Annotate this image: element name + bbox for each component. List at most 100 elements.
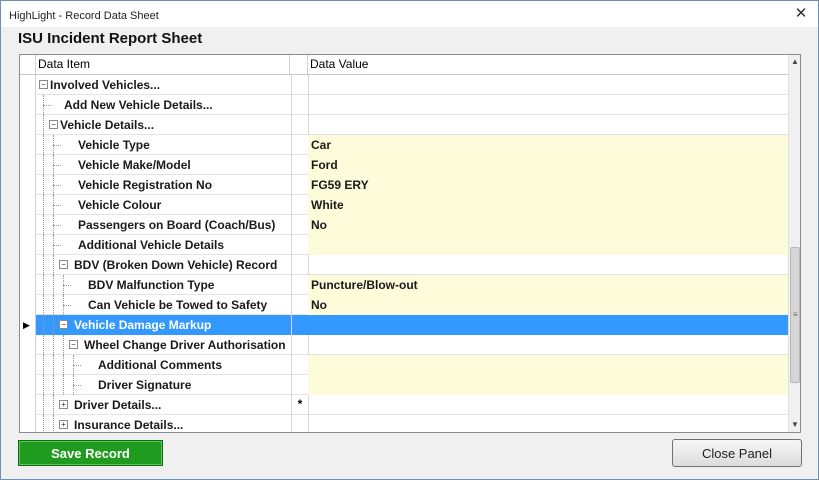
table-row[interactable]: Additional Vehicle Details — [20, 235, 788, 255]
data-item-label: Passengers on Board (Coach/Bus) — [78, 218, 276, 232]
data-value-cell[interactable] — [308, 115, 788, 135]
data-item-cell[interactable]: Additional Vehicle Details — [36, 235, 291, 255]
data-grid[interactable]: Data Item Data Value − Involved Vehicles.… — [19, 54, 801, 433]
table-row[interactable]: − Wheel Change Driver Authorisation — [20, 335, 788, 355]
data-item-cell[interactable]: Add New Vehicle Details... — [36, 95, 291, 115]
data-value-cell[interactable]: Ford — [308, 155, 788, 175]
expand-plus-icon[interactable]: + — [59, 400, 68, 409]
table-row[interactable]: Vehicle Colour White — [20, 195, 788, 215]
table-row[interactable]: − Involved Vehicles... — [20, 75, 788, 95]
table-row[interactable]: Vehicle Type Car — [20, 135, 788, 155]
table-row[interactable]: BDV Malfunction Type Puncture/Blow-out — [20, 275, 788, 295]
data-item-cell[interactable]: − Wheel Change Driver Authorisation — [36, 335, 291, 355]
row-selector[interactable] — [20, 295, 36, 315]
data-item-cell[interactable]: Vehicle Registration No — [36, 175, 291, 195]
data-value-cell[interactable]: FG59 ERY — [308, 175, 788, 195]
data-item-cell[interactable]: Passengers on Board (Coach/Bus) — [36, 215, 291, 235]
tree-guide-line — [53, 355, 54, 375]
row-selector[interactable] — [20, 235, 36, 255]
data-item-cell[interactable]: − BDV (Broken Down Vehicle) Record — [36, 255, 291, 275]
data-item-cell[interactable]: Can Vehicle be Towed to Safety — [36, 295, 291, 315]
row-selector[interactable] — [20, 215, 36, 235]
table-row[interactable]: Vehicle Registration No FG59 ERY — [20, 175, 788, 195]
data-item-cell[interactable]: Vehicle Type — [36, 135, 291, 155]
data-item-cell[interactable]: − Vehicle Details... — [36, 115, 291, 135]
row-selector[interactable] — [20, 355, 36, 375]
row-selector[interactable] — [20, 255, 36, 275]
data-item-cell[interactable]: − Vehicle Damage Markup — [36, 315, 291, 335]
collapse-minus-icon[interactable]: − — [69, 340, 78, 349]
data-value-cell[interactable] — [308, 375, 788, 395]
data-item-cell[interactable]: BDV Malfunction Type — [36, 275, 291, 295]
row-selector[interactable] — [20, 95, 36, 115]
collapse-minus-icon[interactable]: − — [59, 320, 68, 329]
row-selector[interactable] — [20, 175, 36, 195]
chevron-down-icon[interactable]: ▼ — [789, 418, 800, 432]
expand-plus-icon[interactable]: + — [59, 420, 68, 429]
tree-guide-line — [53, 295, 54, 315]
data-item-cell[interactable]: Additional Comments — [36, 355, 291, 375]
row-selector[interactable] — [20, 275, 36, 295]
data-item-cell[interactable]: Driver Signature — [36, 375, 291, 395]
table-row[interactable]: Driver Signature — [20, 375, 788, 395]
chevron-up-icon[interactable]: ▲ — [789, 55, 800, 69]
data-value-cell[interactable]: White — [308, 195, 788, 215]
column-header-data-item[interactable]: Data Item — [36, 55, 290, 74]
save-record-button[interactable]: Save Record — [18, 440, 163, 466]
data-value-cell[interactable] — [308, 255, 788, 275]
row-selector[interactable] — [20, 395, 36, 415]
row-selector[interactable] — [20, 335, 36, 355]
tree-guide-line — [53, 145, 61, 146]
collapse-minus-icon[interactable]: − — [59, 260, 68, 269]
table-row[interactable]: Add New Vehicle Details... — [20, 95, 788, 115]
data-value-cell[interactable]: Car — [308, 135, 788, 155]
data-value-cell[interactable] — [308, 315, 788, 335]
data-value-cell[interactable]: No — [308, 215, 788, 235]
data-value-cell[interactable] — [308, 355, 788, 375]
row-selector[interactable] — [20, 415, 36, 432]
data-item-label: Driver Details... — [74, 398, 162, 412]
table-row[interactable]: Can Vehicle be Towed to Safety No — [20, 295, 788, 315]
tree-guide-line — [43, 335, 44, 355]
data-value-cell[interactable] — [308, 415, 788, 432]
table-row[interactable]: − Vehicle Details... — [20, 115, 788, 135]
table-row[interactable]: Passengers on Board (Coach/Bus) No — [20, 215, 788, 235]
tree-guide-line — [43, 115, 44, 135]
table-row[interactable]: + Driver Details... * — [20, 395, 788, 415]
vertical-scrollbar[interactable]: ▲ ≡ ▼ — [788, 55, 800, 432]
table-row[interactable]: ▶ − Vehicle Damage Markup — [20, 315, 788, 335]
data-value-cell[interactable] — [308, 75, 788, 95]
row-selector[interactable] — [20, 375, 36, 395]
close-panel-button[interactable]: Close Panel — [672, 439, 802, 467]
table-row[interactable]: + Insurance Details... — [20, 415, 788, 432]
data-item-cell[interactable]: Vehicle Colour — [36, 195, 291, 215]
data-item-cell[interactable]: + Driver Details... — [36, 395, 291, 415]
data-item-label: Wheel Change Driver Authorisation — [84, 338, 286, 352]
scrollbar-thumb[interactable]: ≡ — [790, 247, 800, 383]
table-row[interactable]: Vehicle Make/Model Ford — [20, 155, 788, 175]
data-value-cell[interactable]: No — [308, 295, 788, 315]
data-value-cell[interactable] — [308, 335, 788, 355]
data-value-cell[interactable] — [308, 235, 788, 255]
collapse-minus-icon[interactable]: − — [39, 80, 48, 89]
row-selector[interactable] — [20, 75, 36, 95]
data-item-cell[interactable]: + Insurance Details... — [36, 415, 291, 432]
column-header-data-value[interactable]: Data Value — [308, 55, 788, 74]
data-value-cell[interactable] — [308, 395, 788, 415]
row-marker-cell — [291, 415, 309, 432]
row-selector[interactable] — [20, 195, 36, 215]
row-marker-cell — [291, 255, 309, 275]
data-value-cell[interactable]: Puncture/Blow-out — [308, 275, 788, 295]
table-row[interactable]: − BDV (Broken Down Vehicle) Record — [20, 255, 788, 275]
row-selector[interactable] — [20, 155, 36, 175]
row-selector[interactable]: ▶ — [20, 315, 36, 335]
data-value-cell[interactable] — [308, 95, 788, 115]
table-row[interactable]: Additional Comments — [20, 355, 788, 375]
row-selector[interactable] — [20, 115, 36, 135]
close-icon[interactable]: ✕ — [792, 5, 810, 23]
row-selector[interactable] — [20, 135, 36, 155]
tree-guide-line — [53, 395, 54, 415]
collapse-minus-icon[interactable]: − — [49, 120, 58, 129]
data-item-cell[interactable]: Vehicle Make/Model — [36, 155, 291, 175]
data-item-cell[interactable]: − Involved Vehicles... — [36, 75, 291, 95]
